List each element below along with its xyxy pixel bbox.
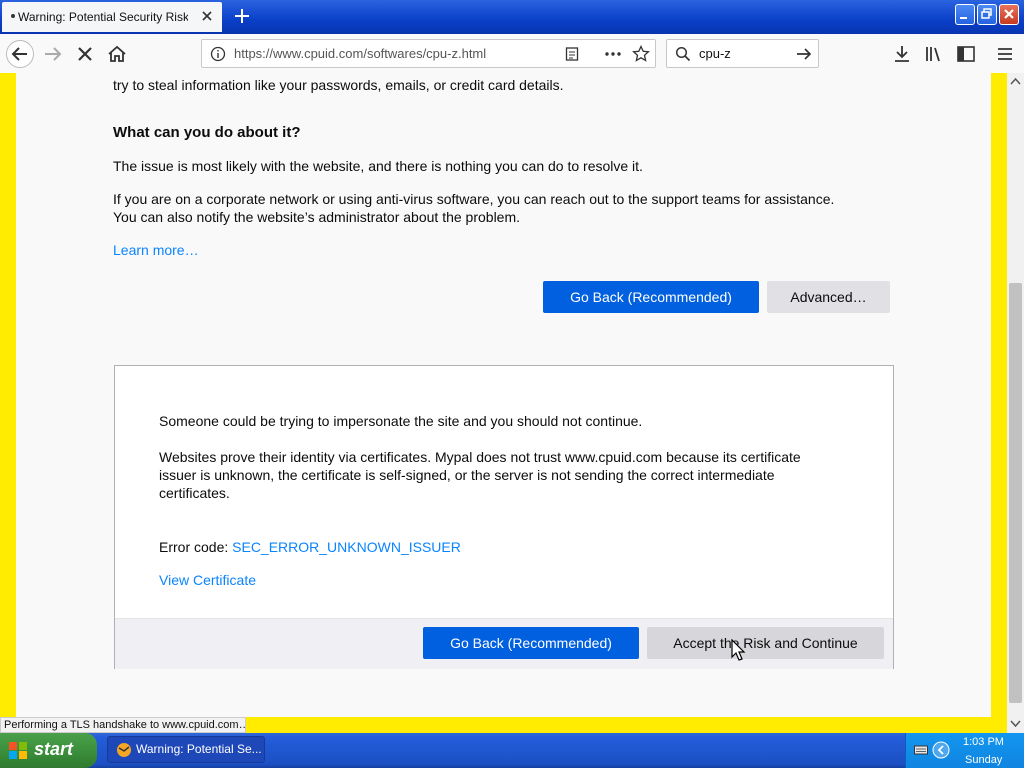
browser-app-icon <box>117 743 131 757</box>
close-icon <box>1004 9 1014 19</box>
info-icon[interactable] <box>210 46 226 62</box>
accept-risk-button[interactable]: Accept the Risk and Continue <box>647 627 884 659</box>
home-icon[interactable] <box>105 42 129 66</box>
certificate-explanation-1: Websites prove their identity via certif… <box>159 449 801 465</box>
system-tray: 1:03 PM Sunday <box>905 733 1024 768</box>
url-bar[interactable]: https://www.cpuid.com/softwares/cpu-z.ht… <box>201 39 656 68</box>
minimize-button[interactable] <box>955 4 975 25</box>
error-page: try to steal information like your passw… <box>16 73 991 717</box>
view-certificate-link[interactable]: View Certificate <box>159 571 256 589</box>
impersonate-warning: Someone could be trying to impersonate t… <box>159 413 643 429</box>
bookmark-star-icon[interactable] <box>632 45 650 63</box>
sidebar-icon[interactable] <box>954 42 978 66</box>
start-label: start <box>34 739 74 759</box>
status-bar: Performing a TLS handshake to www.cpuid.… <box>0 717 246 733</box>
taskbar-window-title: Warning: Potential Se... <box>136 742 262 756</box>
go-back-button-advanced[interactable]: Go Back (Recommended) <box>423 627 639 659</box>
downloads-icon[interactable] <box>890 42 914 66</box>
restore-button[interactable] <box>977 4 997 25</box>
back-icon[interactable] <box>5 39 35 69</box>
expand-tray-icon[interactable] <box>932 741 950 759</box>
scrollbar-thumb[interactable] <box>1009 283 1022 703</box>
taskbar: start Warning: Potential Se... 1:03 PM S… <box>0 733 1024 768</box>
notify-admin-text: You can also notify the website’s admini… <box>113 209 521 225</box>
highlight-border-bottom <box>246 717 991 733</box>
scroll-down-icon[interactable] <box>1010 720 1021 728</box>
advanced-button[interactable]: Advanced… <box>767 281 890 313</box>
windows-logo-icon <box>9 742 27 759</box>
taskbar-window-item[interactable]: Warning: Potential Se... <box>107 736 265 763</box>
stop-icon[interactable] <box>73 42 97 66</box>
search-query: cpu-z <box>699 46 731 61</box>
browser-tab[interactable]: Warning: Potential Security Risk Ahead <box>2 2 222 32</box>
close-window-button[interactable] <box>999 4 1019 25</box>
advanced-panel-footer: Go Back (Recommended) Accept the Risk an… <box>115 618 893 669</box>
start-button[interactable]: start <box>0 733 97 768</box>
search-bar[interactable]: cpu-z <box>666 39 819 68</box>
restore-icon <box>981 8 992 19</box>
minimize-icon <box>960 17 967 19</box>
certificate-explanation-3: certificates. <box>159 485 230 501</box>
section-heading: What can you do about it? <box>113 124 301 141</box>
keyboard-icon[interactable] <box>914 744 928 756</box>
learn-more-link[interactable]: Learn more… <box>113 241 199 259</box>
loading-dot-icon <box>11 14 15 18</box>
error-code-label: Error code: <box>159 539 233 555</box>
error-code-link[interactable]: SEC_ERROR_UNKNOWN_ISSUER <box>232 539 461 555</box>
forward-icon[interactable] <box>41 42 65 66</box>
mouse-cursor-icon <box>731 639 746 661</box>
highlight-border-right <box>991 73 1007 733</box>
error-code-line: Error code: SEC_ERROR_UNKNOWN_ISSUER <box>159 538 461 556</box>
advanced-panel: Someone could be trying to impersonate t… <box>114 365 894 669</box>
new-tab-icon[interactable] <box>232 6 252 26</box>
corporate-network-text: If you are on a corporate network or usi… <box>113 191 835 207</box>
title-bar: Warning: Potential Security Risk Ahead <box>0 0 1024 34</box>
menu-icon[interactable] <box>993 42 1017 66</box>
tab-title: Warning: Potential Security Risk Ahead <box>18 10 188 24</box>
search-go-arrow-icon[interactable] <box>795 46 813 62</box>
clock-time: 1:03 PM <box>963 736 1004 748</box>
go-back-button[interactable]: Go Back (Recommended) <box>543 281 759 313</box>
clock-day: Sunday <box>965 754 1003 766</box>
page-actions-icon[interactable] <box>604 46 622 62</box>
scroll-up-icon[interactable] <box>1010 77 1021 85</box>
tab-close-icon[interactable] <box>200 9 214 23</box>
partial-description: try to steal information like your passw… <box>113 77 564 93</box>
url-text: https://www.cpuid.com/softwares/cpu-z.ht… <box>234 46 487 61</box>
nav-toolbar: https://www.cpuid.com/softwares/cpu-z.ht… <box>0 34 1024 74</box>
explanation-text: The issue is most likely with the websit… <box>113 158 643 174</box>
reader-view-icon[interactable] <box>564 46 580 62</box>
certificate-explanation-2: issuer is unknown, the certificate is se… <box>159 467 775 483</box>
search-icon <box>675 46 691 62</box>
highlight-border-left <box>0 73 16 733</box>
library-icon[interactable] <box>922 42 946 66</box>
vertical-scrollbar[interactable] <box>1007 73 1024 733</box>
